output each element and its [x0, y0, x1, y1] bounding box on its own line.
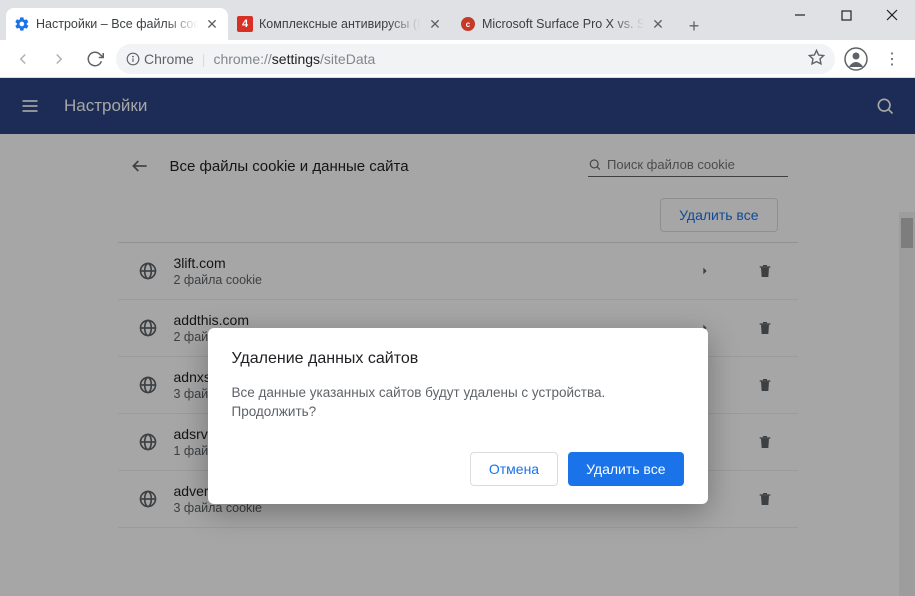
close-window-button[interactable]	[869, 0, 915, 30]
page-content: Настройки Все файлы cookie и данные сайт…	[0, 78, 915, 596]
tab-strip: Настройки – Все файлы cookie ✕ 4 Комплек…	[6, 0, 708, 40]
minimize-button[interactable]	[777, 0, 823, 30]
tab-title: Настройки – Все файлы cookie	[36, 17, 198, 31]
browser-tab-2[interactable]: c Microsoft Surface Pro X vs. Samsung ✕	[452, 8, 674, 40]
tab-title: Microsoft Surface Pro X vs. Samsung	[482, 17, 644, 31]
back-button[interactable]	[8, 44, 38, 74]
gear-icon	[14, 16, 30, 32]
browser-tab-1[interactable]: 4 Комплексные антивирусы (In ✕	[229, 8, 451, 40]
address-bar[interactable]: Chrome | chrome://settings/siteData	[116, 44, 835, 74]
browser-tab-0[interactable]: Настройки – Все файлы cookie ✕	[6, 8, 228, 40]
url-text: chrome://settings/siteData	[213, 51, 800, 67]
window-controls	[777, 0, 915, 30]
tab-title: Комплексные антивирусы (In	[259, 17, 421, 31]
secure-label: Chrome	[144, 51, 194, 67]
reload-button[interactable]	[80, 44, 110, 74]
cancel-button[interactable]: Отмена	[470, 452, 558, 486]
close-icon[interactable]: ✕	[427, 16, 443, 32]
dialog-body: Все данные указанных сайтов будут удален…	[232, 384, 684, 422]
favicon-icon: c	[460, 16, 476, 32]
dialog-actions: Отмена Удалить все	[232, 452, 684, 486]
profile-avatar-button[interactable]	[841, 44, 871, 74]
site-identity-icon[interactable]: Chrome	[126, 51, 194, 67]
confirm-button[interactable]: Удалить все	[568, 452, 683, 486]
dialog-title: Удаление данных сайтов	[232, 350, 684, 368]
browser-menu-button[interactable]: ⋮	[877, 44, 907, 74]
forward-button[interactable]	[44, 44, 74, 74]
new-tab-button[interactable]: +	[680, 12, 708, 40]
maximize-button[interactable]	[823, 0, 869, 30]
favicon-icon: 4	[237, 16, 253, 32]
close-icon[interactable]: ✕	[650, 16, 666, 32]
window-titlebar: Настройки – Все файлы cookie ✕ 4 Комплек…	[0, 0, 915, 40]
close-icon[interactable]: ✕	[204, 16, 220, 32]
browser-toolbar: Chrome | chrome://settings/siteData ⋮	[0, 40, 915, 78]
bookmark-star-icon[interactable]	[808, 49, 825, 69]
confirm-dialog: Удаление данных сайтов Все данные указан…	[208, 328, 708, 504]
